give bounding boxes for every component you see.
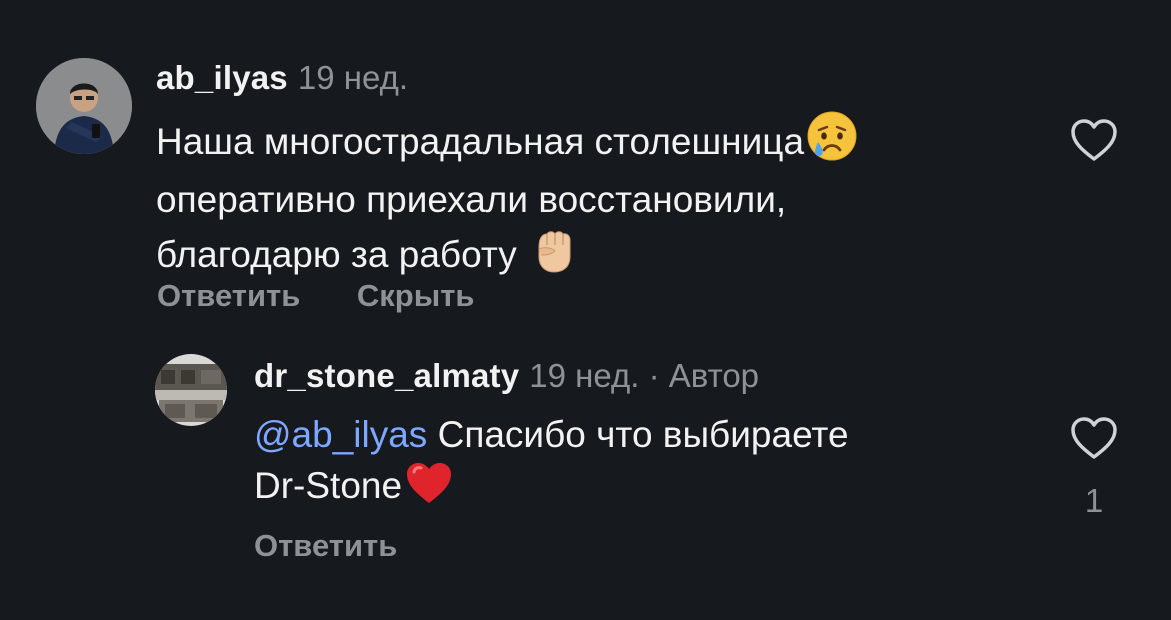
heart-outline-icon [1070, 119, 1118, 166]
username[interactable]: ab_ilyas [156, 59, 288, 96]
reply-button[interactable]: Ответить [157, 278, 300, 313]
username[interactable]: dr_stone_almaty [254, 357, 519, 394]
avatar[interactable] [36, 58, 132, 154]
raised-fist-icon [529, 225, 579, 288]
timestamp: 19 нед. [297, 59, 409, 96]
comment-line: Dr-Stone [254, 465, 403, 506]
timestamp: 19 нед. [529, 357, 640, 394]
reply-dr-stone-almaty: dr_stone_almaty 19 нед. · Автор @ab_ilyas… [0, 330, 1171, 620]
comment-header: ab_ilyas 19 нед. [156, 58, 408, 98]
comment-line: благодарю за работу [156, 234, 517, 275]
mention-link[interactable]: @ab_ilyas [254, 414, 427, 455]
red-heart-icon [404, 460, 454, 519]
comment-thread: ab_ilyas 19 нед. Наша многострадальная ст… [0, 0, 1171, 620]
comment-text: Наша многострадальная столешница операти… [156, 110, 858, 288]
comment-actions: Ответить [254, 528, 397, 564]
comment-line: оперативно приехали восстановили, [156, 179, 787, 220]
crying-face-icon [806, 110, 858, 175]
author-badge: · Автор [648, 357, 760, 394]
heart-outline-icon [1070, 417, 1118, 464]
comment-line: Наша многострадальная столешница [156, 121, 805, 162]
hide-button[interactable]: Скрыть [357, 278, 475, 313]
avatar[interactable] [155, 354, 227, 426]
comment-text: @ab_ilyas Спасибо что выбираете Dr-Stone [254, 410, 849, 519]
comment-header: dr_stone_almaty 19 нед. · Автор [254, 356, 759, 396]
like-button[interactable] [1070, 416, 1118, 465]
reply-button[interactable]: Ответить [254, 528, 397, 563]
comment-actions: Ответить Скрыть [157, 278, 474, 314]
like-button[interactable] [1070, 118, 1118, 167]
comment-line: Спасибо что выбираете [437, 414, 849, 455]
like-count: 1 [1084, 482, 1104, 519]
comment-ab-ilyas: ab_ilyas 19 нед. Наша многострадальная ст… [0, 0, 1171, 330]
